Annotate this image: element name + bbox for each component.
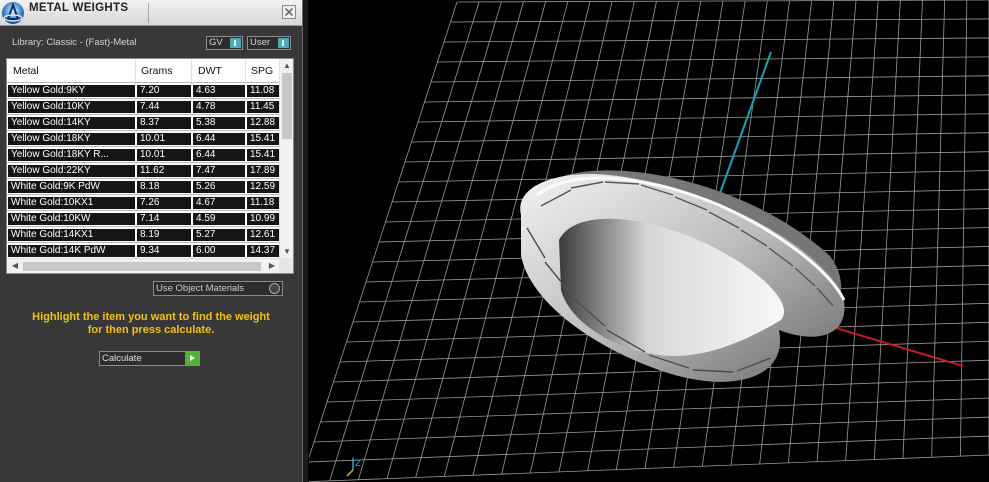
close-icon <box>285 8 293 16</box>
grams-cell: 7.26 <box>137 197 191 209</box>
user-toggle[interactable]: User <box>247 36 291 50</box>
column-header-dwt[interactable]: DWT <box>198 65 222 77</box>
panel-titlebar[interactable]: METAL WEIGHTS <box>0 0 302 26</box>
table-header: Metal Grams DWT SPG <box>7 59 281 82</box>
dwt-cell: 7.47 <box>193 165 245 177</box>
table-row[interactable]: Yellow Gold:9KY 7.20 4.63 11.08 <box>7 82 287 98</box>
metal-cell: White Gold:10KX1 <box>8 197 135 209</box>
library-label: Library: Classic - (Fast)-Metal <box>12 37 137 48</box>
dwt-cell: 5.38 <box>193 117 245 129</box>
table-row[interactable]: Yellow Gold:18KY R... 10.01 6.44 15.41 <box>7 146 287 162</box>
metal-cell: White Gold:9K PdW <box>8 181 135 193</box>
dwt-cell: 4.67 <box>193 197 245 209</box>
table-row[interactable]: White Gold:10KX1 7.26 4.67 11.18 <box>7 194 287 210</box>
dwt-cell: 6.44 <box>193 149 245 161</box>
3d-viewport[interactable]: Z <box>309 0 989 482</box>
scroll-right-icon[interactable]: ▶ <box>265 260 279 272</box>
table-row[interactable]: White Gold:10KW 7.14 4.59 10.99 <box>7 210 287 226</box>
calculate-button[interactable]: Calculate <box>99 351 200 366</box>
grams-cell: 7.14 <box>137 213 191 225</box>
dwt-cell: 4.63 <box>193 85 245 97</box>
metal-cell: White Gold:14K PdW <box>8 245 135 257</box>
table-row[interactable]: Yellow Gold:10KY 7.44 4.78 11.45 <box>7 98 287 114</box>
dwt-cell: 6.44 <box>193 133 245 145</box>
grams-cell: 9.34 <box>137 245 191 257</box>
toggle-icon <box>278 38 289 48</box>
vertical-scroll-thumb[interactable] <box>282 73 292 139</box>
instruction-text: Highlight the item you want to find the … <box>8 311 294 337</box>
user-label: User <box>250 37 271 48</box>
calculate-label: Calculate <box>102 353 142 364</box>
scroll-left-icon[interactable]: ◀ <box>8 260 22 272</box>
ring-model <box>520 170 846 382</box>
grid-line <box>326 378 989 403</box>
toggle-icon <box>230 38 241 48</box>
play-icon <box>185 352 199 365</box>
dwt-cell: 5.27 <box>193 229 245 241</box>
title-divider <box>148 3 149 23</box>
metal-cell: Yellow Gold:10KY <box>8 101 135 113</box>
metal-cell: Yellow Gold:18KY R... <box>8 149 135 161</box>
grams-cell: 10.01 <box>137 133 191 145</box>
table-row[interactable]: White Gold:14KX1 8.19 5.27 12.61 <box>7 226 287 242</box>
close-button[interactable] <box>282 5 296 19</box>
radio-icon <box>269 283 280 294</box>
panel-splitter[interactable] <box>302 0 308 482</box>
grams-cell: 8.19 <box>137 229 191 241</box>
horizontal-scroll-thumb[interactable] <box>23 262 261 271</box>
scroll-up-icon[interactable]: ▲ <box>280 60 293 72</box>
metal-cell: White Gold:10KW <box>8 213 135 225</box>
column-divider <box>191 59 192 82</box>
table-body: Yellow Gold:9KY 7.20 4.63 11.08 Yellow G… <box>7 82 287 258</box>
viewport-canvas: Z <box>309 0 989 482</box>
instruction-line: Highlight the item you want to find the … <box>32 311 270 323</box>
table-row[interactable]: Yellow Gold:14KY 8.37 5.38 12.88 <box>7 114 287 130</box>
use-object-materials-label: Use Object Materials <box>156 283 245 294</box>
grams-cell: 8.37 <box>137 117 191 129</box>
metal-cell: Yellow Gold:9KY <box>8 85 135 97</box>
panel-title: METAL WEIGHTS <box>29 2 129 14</box>
column-divider <box>135 59 136 82</box>
table-row[interactable]: Yellow Gold:22KY 11.62 7.47 17.89 <box>7 162 287 178</box>
table-row[interactable]: Yellow Gold:18KY 10.01 6.44 15.41 <box>7 130 287 146</box>
app-logo-icon <box>2 2 24 24</box>
grid-line <box>313 416 989 443</box>
grams-cell: 7.20 <box>137 85 191 97</box>
instruction-line: for then press calculate. <box>87 324 215 336</box>
column-divider <box>245 59 246 82</box>
grams-cell: 7.44 <box>137 101 191 113</box>
dwt-cell: 4.59 <box>193 213 245 225</box>
vertical-scrollbar[interactable]: ▲ ▼ <box>279 59 293 259</box>
table-row[interactable]: White Gold:9K PdW 8.18 5.26 12.59 <box>7 178 287 194</box>
grid-line <box>320 397 989 423</box>
metal-cell: Yellow Gold:14KY <box>8 117 135 129</box>
column-header-metal[interactable]: Metal <box>13 65 39 77</box>
metal-table: Metal Grams DWT SPG Yellow Gold:9KY 7.20… <box>6 58 294 274</box>
use-object-materials-toggle[interactable]: Use Object Materials <box>153 281 283 296</box>
metal-cell: Yellow Gold:22KY <box>8 165 135 177</box>
dwt-cell: 4.78 <box>193 101 245 113</box>
gv-label: GV <box>209 37 223 48</box>
metal-cell: White Gold:14KX1 <box>8 229 135 241</box>
dwt-cell: 5.26 <box>193 181 245 193</box>
grams-cell: 10.01 <box>137 149 191 161</box>
horizontal-scrollbar[interactable]: ◀ ▶ <box>7 258 293 273</box>
table-row[interactable]: White Gold:14K PdW 9.34 6.00 14.37 <box>7 242 287 258</box>
metal-cell: Yellow Gold:18KY <box>8 133 135 145</box>
grams-cell: 8.18 <box>137 181 191 193</box>
dwt-cell: 6.00 <box>193 245 245 257</box>
metal-weights-panel: METAL WEIGHTS Library: Classic - (Fast)-… <box>0 0 302 482</box>
scroll-corner <box>279 258 293 273</box>
grams-cell: 11.62 <box>137 165 191 177</box>
axis-label: Z <box>355 459 361 469</box>
grid-line <box>309 435 989 463</box>
column-header-grams[interactable]: Grams <box>141 65 173 77</box>
scroll-down-icon[interactable]: ▼ <box>280 246 293 258</box>
grid-line <box>309 454 989 482</box>
column-header-spg[interactable]: SPG <box>251 65 273 77</box>
gv-toggle[interactable]: GV <box>206 36 243 50</box>
